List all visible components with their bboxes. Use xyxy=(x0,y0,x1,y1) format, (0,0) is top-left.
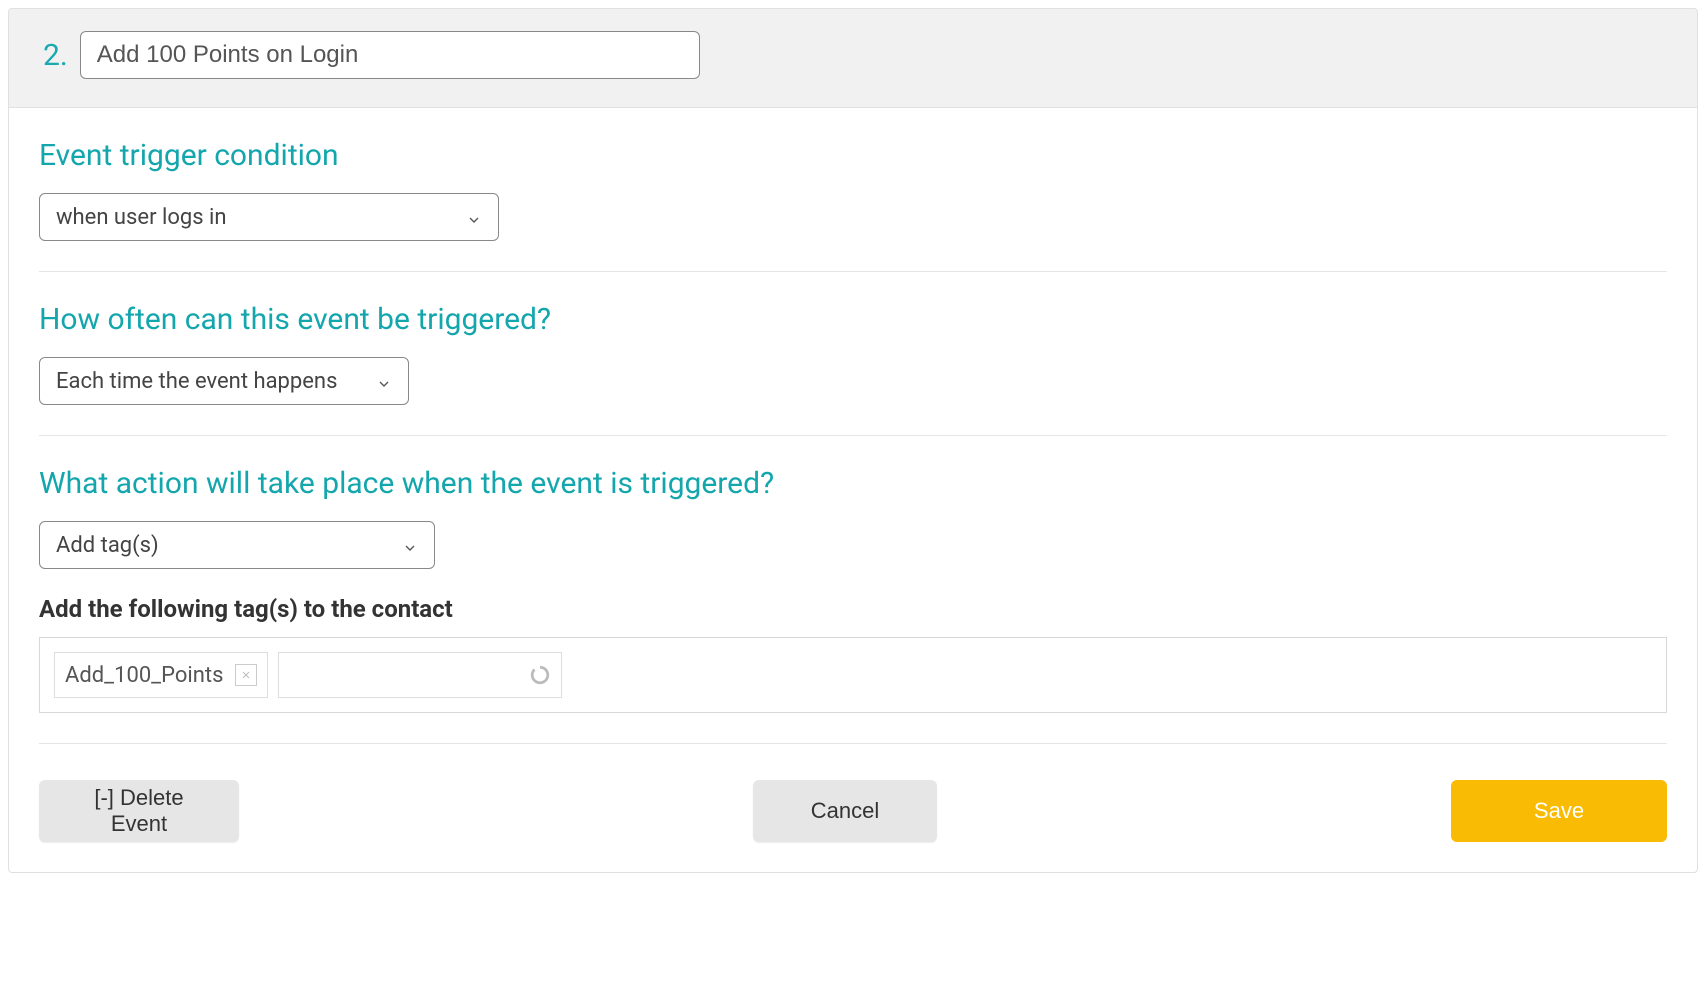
delete-event-button[interactable]: [-] Delete Event xyxy=(39,780,239,842)
save-button[interactable]: Save xyxy=(1451,780,1667,842)
event-config-panel: 2. Event trigger condition when user log… xyxy=(8,8,1698,873)
frequency-heading: How often can this event be triggered? xyxy=(39,302,1667,337)
step-number: 2. xyxy=(43,38,68,73)
cancel-button[interactable]: Cancel xyxy=(753,780,937,842)
chevron-down-icon xyxy=(402,537,418,553)
frequency-value: Each time the event happens xyxy=(56,369,337,394)
trigger-condition-value: when user logs in xyxy=(56,205,227,230)
frequency-select[interactable]: Each time the event happens xyxy=(39,357,409,405)
tag-input[interactable] xyxy=(278,652,562,698)
footer-actions: [-] Delete Event Cancel Save xyxy=(39,744,1667,842)
action-type-value: Add tag(s) xyxy=(56,533,159,558)
tag-chip: Add_100_Points xyxy=(54,652,268,698)
chevron-down-icon xyxy=(376,373,392,389)
frequency-section: How often can this event be triggered? E… xyxy=(39,272,1667,436)
config-body: Event trigger condition when user logs i… xyxy=(9,108,1697,872)
header-row: 2. xyxy=(9,9,1697,108)
action-section: What action will take place when the eve… xyxy=(39,436,1667,744)
loading-spinner-icon xyxy=(529,664,551,686)
tags-sub-label: Add the following tag(s) to the contact xyxy=(39,595,1667,623)
event-title-input[interactable] xyxy=(80,31,700,79)
trigger-section: Event trigger condition when user logs i… xyxy=(39,108,1667,272)
trigger-heading: Event trigger condition xyxy=(39,138,1667,173)
action-type-select[interactable]: Add tag(s) xyxy=(39,521,435,569)
tag-remove-button[interactable] xyxy=(235,664,257,686)
trigger-condition-select[interactable]: when user logs in xyxy=(39,193,499,241)
chevron-down-icon xyxy=(466,209,482,225)
action-heading: What action will take place when the eve… xyxy=(39,466,1667,501)
tags-container: Add_100_Points xyxy=(39,637,1667,713)
tag-chip-label: Add_100_Points xyxy=(65,663,223,688)
